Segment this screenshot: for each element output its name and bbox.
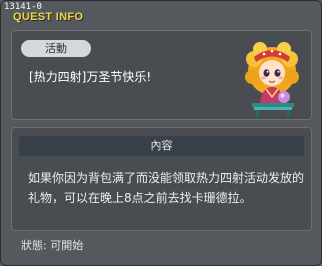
quest-summary-panel: 活動 [热力四射]万圣节快乐! xyxy=(11,30,312,120)
quest-status: 狀態: 可開始 xyxy=(21,239,84,252)
quest-details-panel: 內容 如果你因为背包满了而没能领取热力四射活动发放的礼物，可以在晚上8点之前去找… xyxy=(11,127,312,231)
npc-girl-portrait-icon xyxy=(245,42,299,117)
window-title: QUEST INFO xyxy=(13,11,84,23)
details-header: 內容 xyxy=(19,136,304,156)
quest-category-badge: 活動 xyxy=(21,40,91,57)
quest-name: [热力四射]万圣节快乐! xyxy=(29,70,152,84)
details-body: 如果你因为背包满了而没能领取热力四射活动发放的礼物，可以在晚上8点之前去找卡珊德… xyxy=(28,171,305,205)
quest-info-window: 13141-0 QUEST INFO 活動 [热力四射]万圣节快乐! 內容 如果… xyxy=(0,0,322,266)
